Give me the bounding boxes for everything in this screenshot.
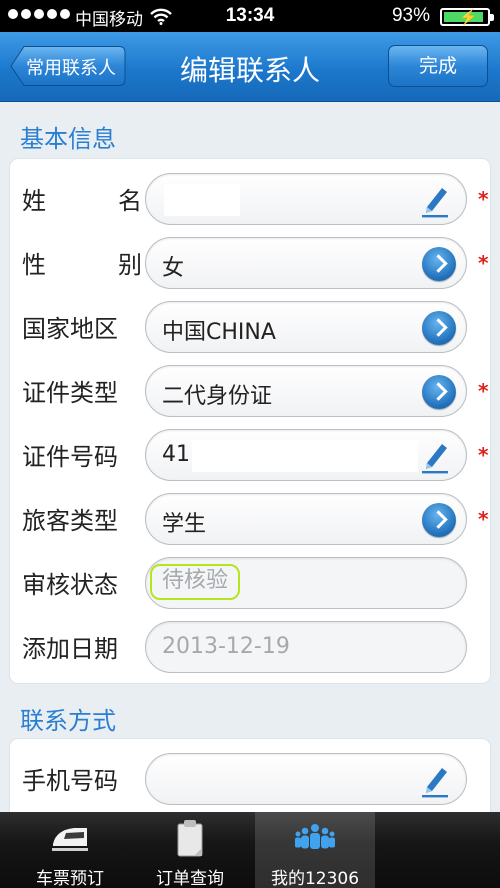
arrow-icon[interactable] [422,247,456,281]
content-area: 基本信息 姓名 * 性别 女 * 国家地区 中国CHINA 证件类型 二代身份证… [0,103,500,812]
required-star: * [478,507,489,531]
tab-label: 订单查询 [156,869,224,888]
redacted-block [164,184,240,216]
added-date-field: 2013-12-19 [145,621,467,673]
status-bar: 中国移动 13:34 93% ⚡ [0,0,500,32]
id-type-select[interactable]: 二代身份证 [145,365,467,417]
country-label: 国家地区 [22,315,118,343]
gender-value: 女 [162,256,185,281]
arrow-icon[interactable] [422,311,456,345]
row-gender: 性别 女 * [10,231,490,295]
battery-percent: 93% [391,5,430,26]
row-added-date: 添加日期 2013-12-19 [10,615,490,679]
status-badge: 待核验 [150,564,241,600]
id-number-value: 41 [162,442,190,467]
arrow-icon[interactable] [422,503,456,537]
clipboard-icon [177,820,203,857]
passenger-type-label: 旅客类型 [22,507,118,535]
tab-label: 车票预订 [36,869,104,888]
battery-icon: ⚡ [440,8,494,26]
train-icon [52,828,88,851]
tab-label: 我的12306 [270,869,360,888]
required-star: * [478,379,489,403]
id-number-field[interactable]: 41 [145,429,467,481]
name-label: 姓名 [22,187,142,215]
required-star: * [478,187,489,211]
tab-my-12306[interactable]: 我的12306 [255,812,375,888]
id-type-value: 二代身份证 [162,384,273,409]
row-country: 国家地区 中国CHINA [10,295,490,359]
tab-order-query[interactable]: 订单查询 [130,812,250,888]
name-field[interactable] [145,173,467,225]
row-passenger-type: 旅客类型 学生 * [10,487,490,551]
pencil-icon[interactable] [418,762,452,798]
pencil-icon[interactable] [418,182,452,218]
country-select[interactable]: 中国CHINA [145,301,467,353]
redacted-block [192,440,418,472]
done-button[interactable]: 完成 [388,45,488,87]
mobile-field[interactable] [145,753,467,805]
passenger-type-value: 学生 [162,512,207,537]
row-review-status: 审核状态 待核验 [10,551,490,615]
gender-select[interactable]: 女 [145,237,467,289]
section-title-contact: 联系方式 [20,707,116,735]
required-star: * [478,443,489,467]
arrow-icon[interactable] [422,375,456,409]
gender-label: 性别 [22,251,142,279]
row-name: 姓名 * [10,167,490,231]
added-date-value: 2013-12-19 [162,634,290,659]
people-icon [295,824,335,849]
id-number-label: 证件号码 [22,443,118,471]
country-value: 中国CHINA [162,320,276,345]
passenger-type-select[interactable]: 学生 [145,493,467,545]
review-status-field: 待核验 [145,557,467,609]
required-star: * [478,251,489,275]
row-id-type: 证件类型 二代身份证 * [10,359,490,423]
id-type-label: 证件类型 [22,379,118,407]
section-title-basic-info: 基本信息 [20,125,116,153]
navigation-bar: 常用联系人 编辑联系人 完成 [0,32,500,102]
mobile-label: 手机号码 [22,767,118,795]
row-id-number: 证件号码 41 * [10,423,490,487]
review-status-label: 审核状态 [22,571,118,599]
pencil-icon[interactable] [418,438,452,474]
tab-bar: 车票预订 订单查询 我的12306 [0,812,500,888]
added-date-label: 添加日期 [22,635,118,663]
row-mobile: 手机号码 [10,747,490,811]
tab-ticket-booking[interactable]: 车票预订 [10,812,130,888]
